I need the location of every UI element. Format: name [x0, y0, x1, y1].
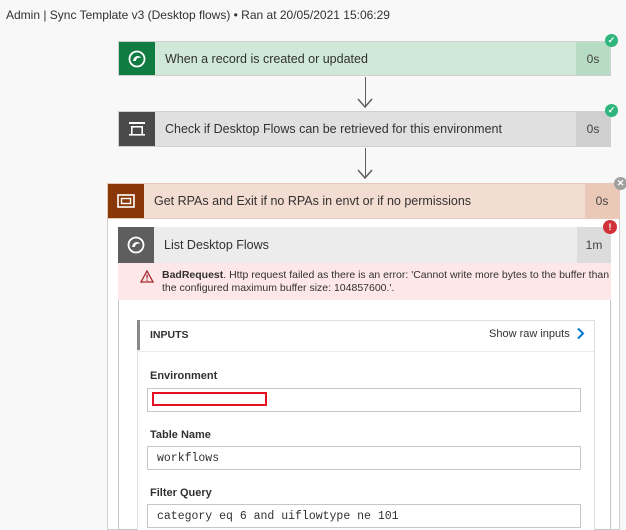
error-code: BadRequest	[162, 269, 224, 281]
list-desktop-flows-title: List Desktop Flows	[164, 238, 269, 252]
chevron-right-icon	[577, 327, 585, 340]
show-raw-inputs-link[interactable]: Show raw inputs	[489, 327, 585, 340]
arrow-down-icon	[357, 169, 373, 180]
success-check-icon: ✓	[605, 34, 618, 47]
error-alert-icon: !	[603, 220, 617, 234]
error-message-line1: . Http request failed as there is an err…	[223, 269, 610, 281]
run-title: Admin | Sync Template v3 (Desktop flows)…	[6, 8, 390, 22]
show-raw-inputs-label: Show raw inputs	[489, 327, 570, 340]
scope-step-title: Get RPAs and Exit if no RPAs in envt or …	[154, 194, 472, 208]
success-check-icon: ✓	[605, 104, 618, 117]
error-message-bar: BadRequest. Http request failed as there…	[118, 263, 611, 300]
scope-icon	[108, 184, 144, 218]
inputs-header-accent	[137, 320, 140, 350]
dataverse-icon	[118, 227, 154, 263]
table-name-value-box: workflows	[147, 446, 581, 470]
scope-icon	[119, 112, 155, 146]
scope-step-duration: 0s	[585, 184, 619, 218]
inputs-heading: INPUTS	[150, 329, 189, 341]
error-message-line2: the configured maximum buffer size: 1048…	[162, 282, 395, 294]
skipped-x-icon: ✕	[614, 177, 626, 190]
check-step-title: Check if Desktop Flows can be retrieved …	[165, 122, 502, 136]
table-name-value: workflows	[157, 451, 220, 465]
table-name-label: Table Name	[150, 429, 211, 441]
inputs-divider	[138, 351, 594, 352]
list-desktop-flows-card[interactable]: List Desktop Flows 1m	[118, 227, 611, 263]
scope-step-card[interactable]: Get RPAs and Exit if no RPAs in envt or …	[107, 183, 620, 219]
redaction-box	[152, 392, 267, 406]
dataverse-icon	[119, 42, 155, 75]
environment-label: Environment	[150, 370, 218, 382]
trigger-step-card[interactable]: When a record is created or updated 0s	[118, 41, 611, 76]
check-step-card[interactable]: Check if Desktop Flows can be retrieved …	[118, 111, 611, 147]
trigger-step-duration: 0s	[576, 42, 610, 75]
warning-triangle-icon	[140, 270, 154, 283]
arrow-down-icon	[357, 98, 373, 109]
error-text: BadRequest. Http request failed as there…	[162, 269, 609, 295]
filter-query-value-box: category eq 6 and uiflowtype ne 101	[147, 504, 581, 528]
check-step-duration: 0s	[576, 112, 610, 146]
filter-query-label: Filter Query	[150, 487, 212, 499]
filter-query-value: category eq 6 and uiflowtype ne 101	[157, 509, 399, 523]
trigger-step-title: When a record is created or updated	[165, 51, 368, 66]
